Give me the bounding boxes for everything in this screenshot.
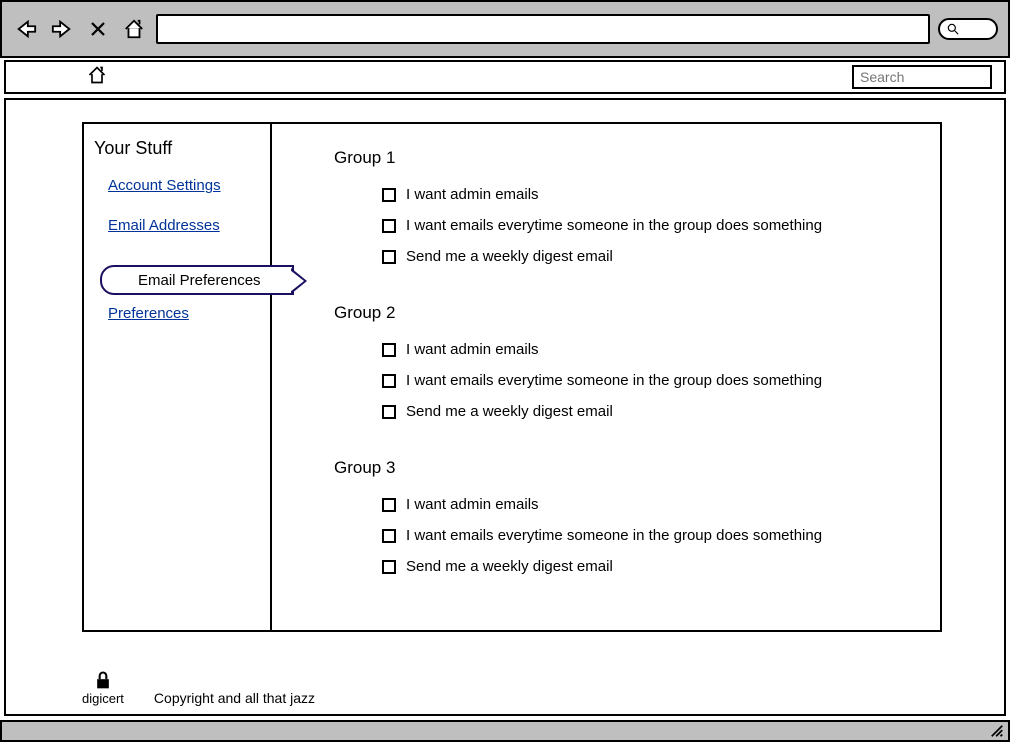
group-title: Group 2: [334, 303, 910, 323]
app-top-bar: [4, 60, 1006, 94]
x-icon: [89, 20, 107, 38]
option-label: I want emails everytime someone in the g…: [406, 217, 822, 234]
option-label: Send me a weekly digest email: [406, 403, 613, 420]
copyright-text: Copyright and all that jazz: [154, 690, 315, 706]
sidebar-link-email-addresses[interactable]: Email Addresses: [108, 217, 220, 234]
stop-button[interactable]: [84, 17, 112, 41]
checkbox-icon[interactable]: [382, 560, 396, 574]
checkbox-icon[interactable]: [382, 219, 396, 233]
checkbox-row[interactable]: I want admin emails: [382, 186, 910, 203]
page-footer: digicert Copyright and all that jazz: [82, 669, 315, 706]
checkbox-row[interactable]: I want admin emails: [382, 496, 910, 513]
arrow-left-icon: [13, 18, 39, 40]
sidebar: Your Stuff Account Settings Email Addres…: [82, 122, 272, 632]
home-icon: [86, 65, 108, 85]
checkbox-icon[interactable]: [382, 374, 396, 388]
group-2: Group 2 I want admin emails I want email…: [382, 303, 910, 420]
main-panel: Group 1 I want admin emails I want email…: [272, 122, 942, 632]
checkbox-row[interactable]: I want admin emails: [382, 341, 910, 358]
option-label: I want admin emails: [406, 186, 539, 203]
page-frame: Your Stuff Account Settings Email Addres…: [4, 98, 1006, 716]
home-icon: [122, 18, 146, 40]
active-tab-label: Email Preferences: [138, 272, 261, 289]
option-label: Send me a weekly digest email: [406, 558, 613, 575]
option-label: I want emails everytime someone in the g…: [406, 372, 822, 389]
sidebar-title: Your Stuff: [94, 138, 260, 159]
checkbox-icon[interactable]: [382, 529, 396, 543]
group-3: Group 3 I want admin emails I want email…: [382, 458, 910, 575]
option-label: I want admin emails: [406, 341, 539, 358]
sidebar-link-preferences[interactable]: Preferences: [108, 305, 189, 322]
app-home-button[interactable]: [86, 65, 108, 90]
search-input[interactable]: [852, 65, 992, 89]
group-title: Group 3: [334, 458, 910, 478]
checkbox-row[interactable]: I want emails everytime someone in the g…: [382, 217, 910, 234]
checkbox-row[interactable]: Send me a weekly digest email: [382, 403, 910, 420]
checkbox-icon[interactable]: [382, 250, 396, 264]
sidebar-link-account-settings[interactable]: Account Settings: [108, 177, 221, 194]
cert-label: digicert: [82, 691, 124, 706]
status-bar: [0, 720, 1010, 742]
group-title: Group 1: [334, 148, 910, 168]
magnifier-icon: [946, 22, 960, 36]
browser-toolbar: [0, 0, 1010, 58]
option-label: Send me a weekly digest email: [406, 248, 613, 265]
checkbox-icon[interactable]: [382, 405, 396, 419]
checkbox-icon[interactable]: [382, 498, 396, 512]
checkbox-row[interactable]: I want emails everytime someone in the g…: [382, 372, 910, 389]
option-label: I want admin emails: [406, 496, 539, 513]
checkbox-icon[interactable]: [382, 188, 396, 202]
cert-badge: digicert: [82, 669, 124, 706]
checkbox-icon[interactable]: [382, 343, 396, 357]
group-1: Group 1 I want admin emails I want email…: [382, 148, 910, 265]
option-label: I want emails everytime someone in the g…: [406, 527, 822, 544]
sidebar-active-tab-email-preferences[interactable]: Email Preferences: [100, 265, 294, 295]
checkbox-row[interactable]: I want emails everytime someone in the g…: [382, 527, 910, 544]
lock-icon: [93, 669, 113, 691]
forward-button[interactable]: [48, 17, 76, 41]
checkbox-row[interactable]: Send me a weekly digest email: [382, 558, 910, 575]
url-input[interactable]: [156, 14, 930, 44]
back-button[interactable]: [12, 17, 40, 41]
browser-search-button[interactable]: [938, 18, 998, 40]
resize-grip-icon[interactable]: [990, 724, 1004, 738]
checkbox-row[interactable]: Send me a weekly digest email: [382, 248, 910, 265]
browser-home-button[interactable]: [120, 17, 148, 41]
arrow-right-icon: [49, 18, 75, 40]
